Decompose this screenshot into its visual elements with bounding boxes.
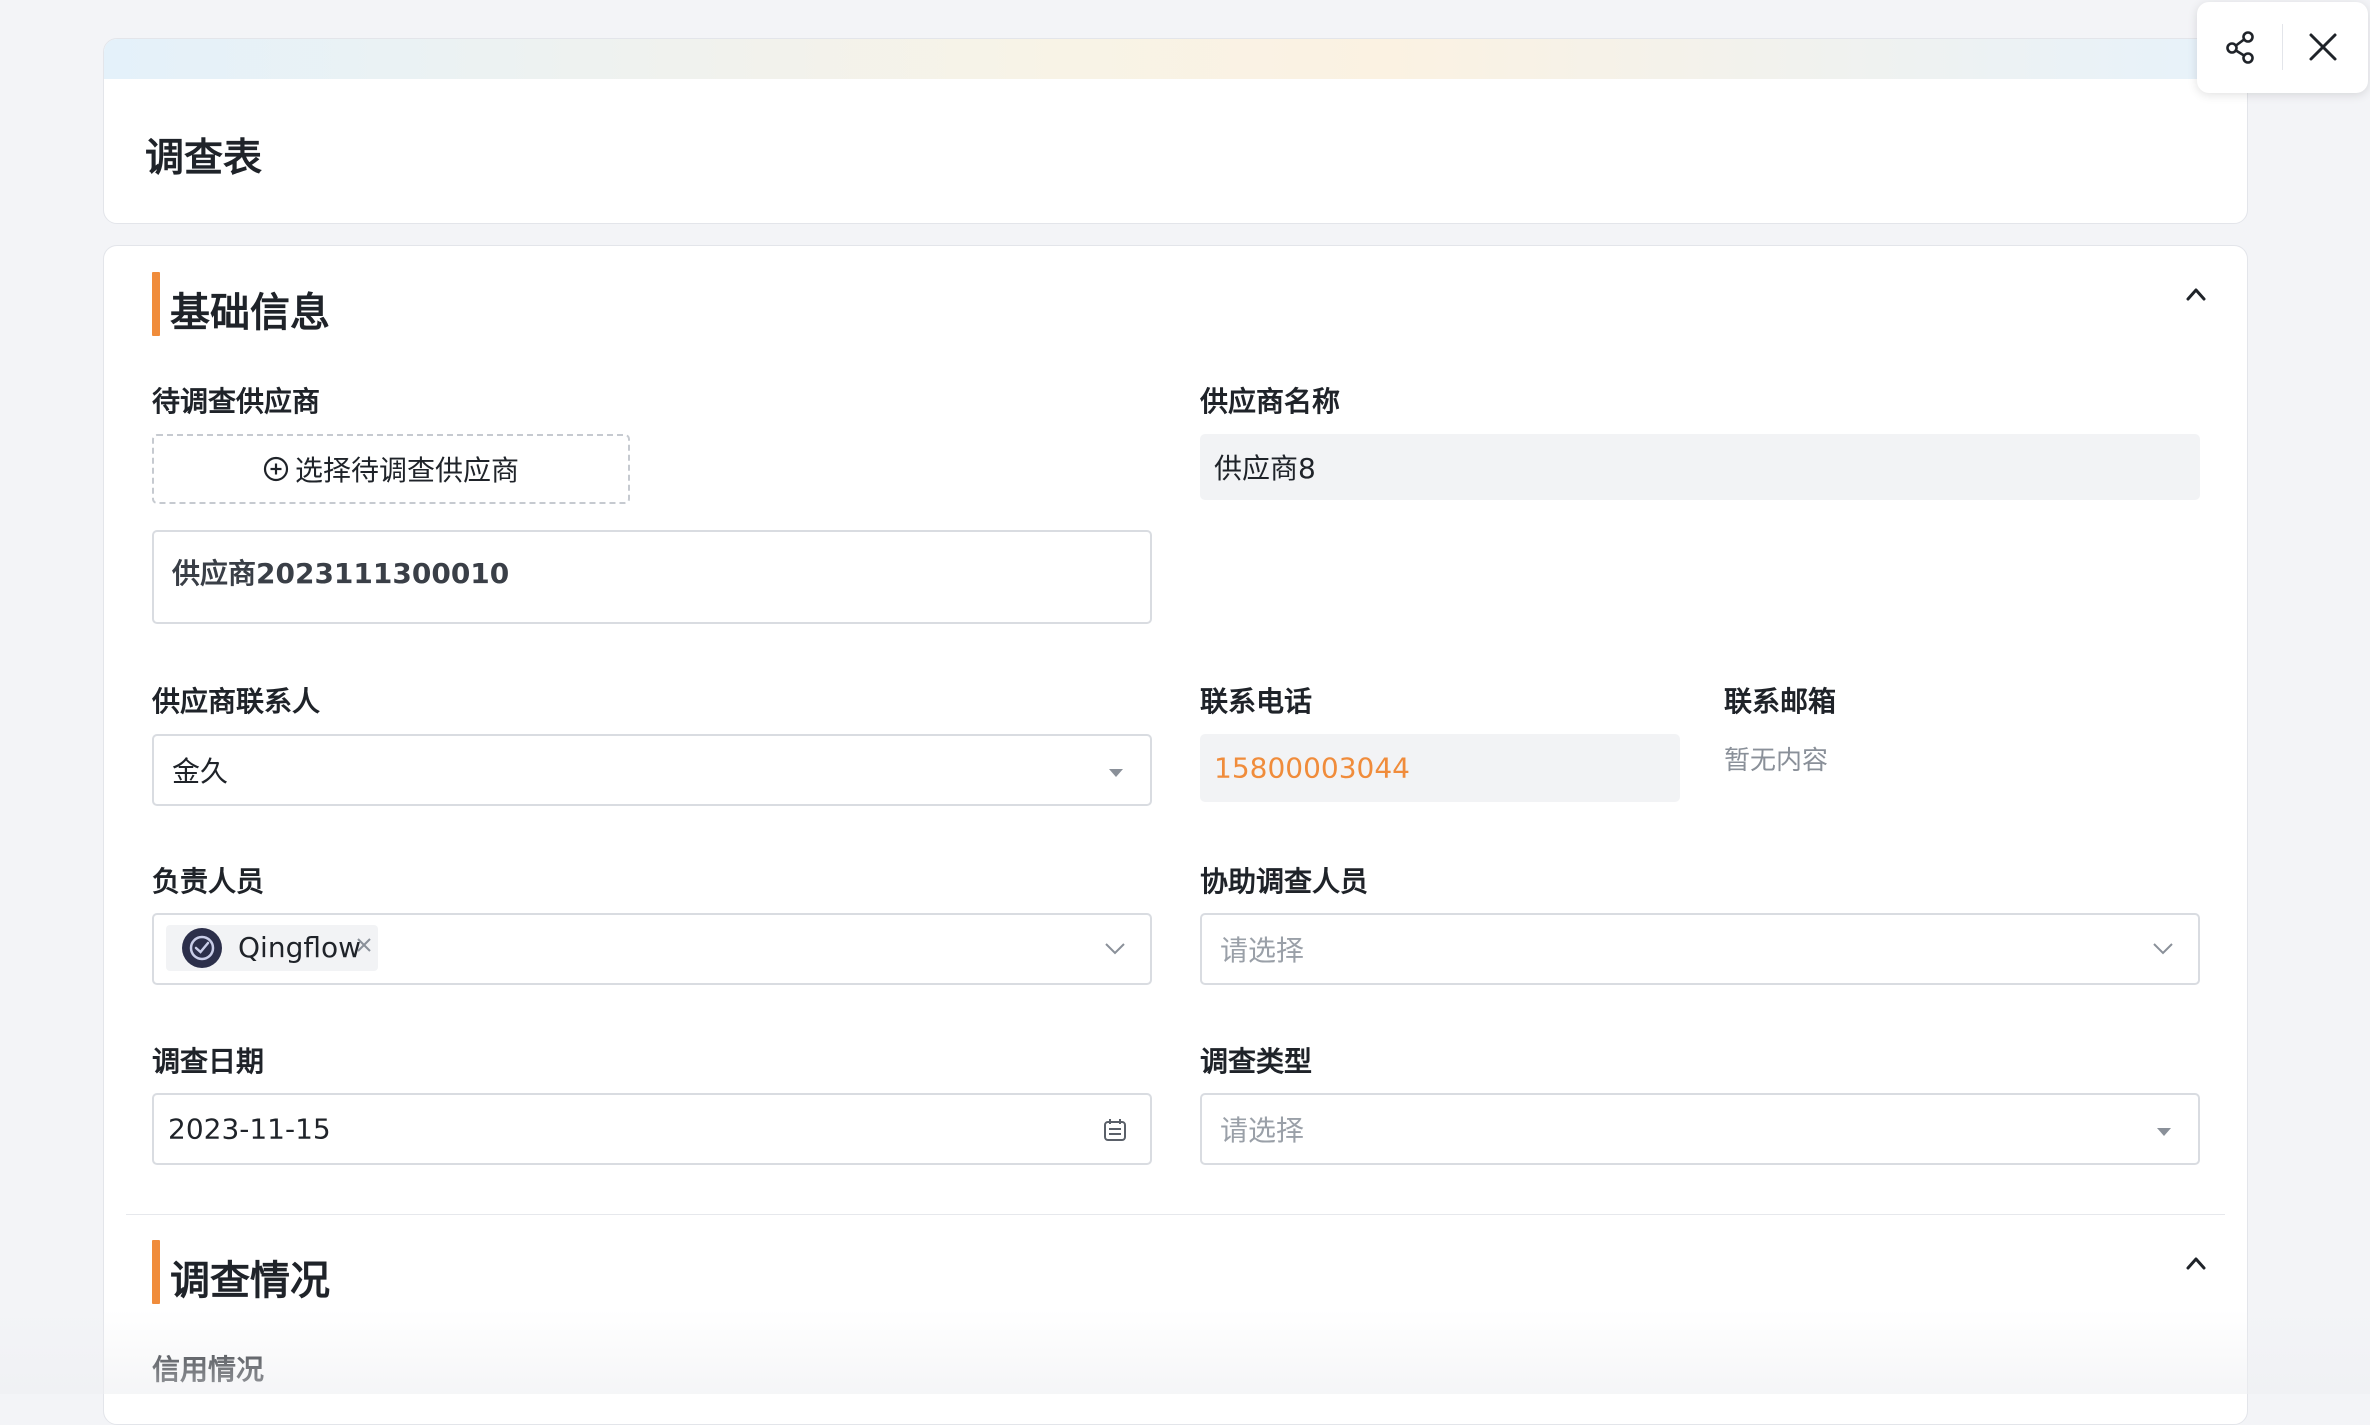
owner-chip: Qingflow bbox=[166, 925, 378, 971]
share-icon[interactable] bbox=[2221, 27, 2261, 67]
survey-date-value: 2023-11-15 bbox=[168, 1112, 331, 1146]
section-accent-bar bbox=[152, 272, 160, 336]
title-card: 调查表 bbox=[103, 38, 2248, 224]
avatar bbox=[182, 928, 222, 968]
assistants-label: 协助调查人员 bbox=[1200, 865, 1369, 898]
selected-supplier-value: 供应商2023111300010 bbox=[172, 557, 510, 590]
phone-value: 15800003044 bbox=[1214, 751, 1410, 785]
survey-type-label: 调查类型 bbox=[1200, 1045, 1313, 1078]
supplier-select-label: 待调查供应商 bbox=[152, 385, 321, 418]
chevron-up-icon[interactable] bbox=[2185, 284, 2207, 306]
survey-type-placeholder: 请选择 bbox=[1220, 1114, 1305, 1147]
calendar-icon[interactable] bbox=[1102, 1117, 1128, 1143]
phone-label: 联系电话 bbox=[1200, 685, 1313, 718]
add-circle-icon bbox=[263, 456, 289, 482]
remove-chip-icon[interactable] bbox=[354, 935, 374, 955]
section-divider bbox=[126, 1214, 2225, 1215]
chevron-up-icon[interactable] bbox=[2185, 1253, 2207, 1275]
page-title: 调查表 bbox=[145, 136, 263, 181]
survey-type-select[interactable]: 请选择 bbox=[1200, 1093, 2200, 1165]
owner-select[interactable]: Qingflow bbox=[152, 913, 1152, 985]
email-label: 联系邮箱 bbox=[1724, 685, 1837, 718]
survey-date-label: 调查日期 bbox=[152, 1045, 265, 1078]
assistants-select[interactable]: 请选择 bbox=[1200, 913, 2200, 985]
survey-date-picker[interactable]: 2023-11-15 bbox=[152, 1093, 1152, 1165]
floating-toolbar bbox=[2197, 2, 2368, 93]
toolbar-separator bbox=[2282, 24, 2283, 70]
email-value: 暂无内容 bbox=[1724, 746, 1829, 776]
contact-label: 供应商联系人 bbox=[152, 685, 321, 718]
assistants-placeholder: 请选择 bbox=[1220, 934, 1305, 967]
contact-select[interactable]: 金久 bbox=[152, 734, 1152, 806]
chevron-down-icon bbox=[2153, 943, 2173, 955]
selected-supplier-card[interactable]: 供应商2023111300010 bbox=[152, 530, 1152, 624]
chevron-down-icon bbox=[1105, 943, 1125, 955]
section-survey-title: 调查情况 bbox=[170, 1258, 330, 1304]
credit-label: 信用情况 bbox=[152, 1353, 265, 1386]
header-gradient bbox=[104, 39, 2247, 79]
section-accent-bar bbox=[152, 1240, 160, 1304]
supplier-name-field: 供应商8 bbox=[1200, 434, 2200, 500]
supplier-name-value: 供应商8 bbox=[1214, 452, 1316, 485]
owner-chip-name: Qingflow bbox=[238, 931, 362, 964]
form-card: 基础信息 待调查供应商 选择待调查供应商 供应商2023111300010 供应… bbox=[103, 245, 2248, 1425]
contact-value: 金久 bbox=[172, 755, 229, 788]
supplier-name-label: 供应商名称 bbox=[1200, 385, 1341, 418]
caret-down-icon bbox=[2157, 1128, 2171, 1136]
select-supplier-button-label: 选择待调查供应商 bbox=[294, 454, 519, 487]
section-basic-title: 基础信息 bbox=[170, 290, 330, 336]
avatar-logo-icon bbox=[189, 935, 215, 961]
caret-down-icon bbox=[1109, 769, 1123, 777]
owner-label: 负责人员 bbox=[152, 865, 265, 898]
phone-field: 15800003044 bbox=[1200, 734, 1680, 802]
select-supplier-button[interactable]: 选择待调查供应商 bbox=[152, 434, 630, 504]
close-icon[interactable] bbox=[2303, 27, 2343, 67]
